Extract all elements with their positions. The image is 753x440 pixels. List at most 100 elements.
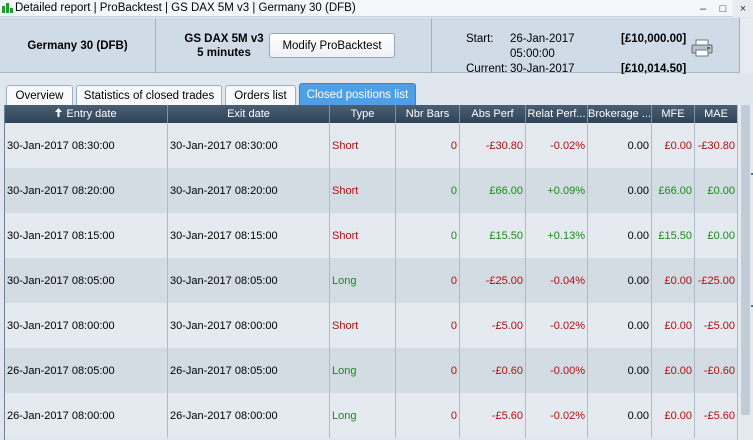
- entry-date-cell: 30-Jan-2017 08:30:00: [5, 123, 168, 168]
- column-header-brokerage[interactable]: Brokerage ...: [588, 105, 652, 123]
- minimize-icon[interactable]: –: [693, 0, 713, 17]
- table-row[interactable]: 30-Jan-2017 08:15:00 30-Jan-2017 08:15:00…: [5, 213, 737, 258]
- start-label: Start:: [466, 33, 494, 45]
- exit-date-cell: 30-Jan-2017 08:20:00: [168, 168, 330, 213]
- exit-date-cell: 30-Jan-2017 08:15:00: [168, 213, 330, 258]
- nbr-bars-cell: 0: [396, 348, 460, 393]
- column-header-mfe[interactable]: MFE: [652, 105, 695, 123]
- type-cell: Short: [330, 213, 396, 258]
- brokerage-cell: 0.00: [588, 168, 652, 213]
- maximize-icon[interactable]: □: [713, 0, 733, 17]
- abs-perf-cell: £15.50: [460, 213, 526, 258]
- entry-date-cell: 30-Jan-2017 08:05:00: [5, 258, 168, 303]
- abs-perf-cell: -£30.80: [460, 123, 526, 168]
- table-row[interactable]: 30-Jan-2017 08:05:00 30-Jan-2017 08:05:00…: [5, 258, 737, 303]
- type-cell: Short: [330, 123, 396, 168]
- exit-date-cell: 30-Jan-2017 08:00:00: [168, 303, 330, 348]
- relat-perf-cell: -0.00%: [526, 348, 588, 393]
- column-header-exit-date[interactable]: Exit date: [168, 105, 330, 123]
- report-header: Germany 30 (DFB) GS DAX 5M v3 5 minutes …: [0, 18, 753, 90]
- brokerage-cell: 0.00: [588, 123, 652, 168]
- abs-perf-cell: £66.00: [460, 168, 526, 213]
- strategy-timeframe: 5 minutes: [197, 47, 251, 59]
- window-title: Detailed report | ProBacktest | GS DAX 5…: [15, 2, 356, 14]
- tab-statistics[interactable]: Statistics of closed trades: [76, 85, 222, 105]
- type-cell: Long: [330, 393, 396, 438]
- column-header-relat-perf[interactable]: Relat Perf...: [526, 105, 588, 123]
- tab-closed-positions[interactable]: Closed positions list: [299, 83, 416, 105]
- table-header: Entry date Exit date Type Nbr Bars Abs P…: [5, 105, 737, 123]
- exit-date-cell: 30-Jan-2017 08:05:00: [168, 258, 330, 303]
- vertical-scrollbar[interactable]: [737, 105, 753, 440]
- mfe-cell: £0.00: [652, 348, 695, 393]
- nbr-bars-cell: 0: [396, 213, 460, 258]
- entry-date-cell: 30-Jan-2017 08:15:00: [5, 213, 168, 258]
- nbr-bars-cell: 0: [396, 123, 460, 168]
- nbr-bars-cell: 0: [396, 258, 460, 303]
- type-cell: Short: [330, 303, 396, 348]
- column-header-mae[interactable]: MAE: [695, 105, 737, 123]
- start-amount: [£10,000.00]: [621, 33, 687, 45]
- tab-bar: Overview Statistics of closed trades Ord…: [0, 74, 753, 105]
- title-bar: Detailed report | ProBacktest | GS DAX 5…: [0, 0, 753, 17]
- table-row[interactable]: 30-Jan-2017 08:00:00 30-Jan-2017 08:00:00…: [5, 303, 737, 348]
- type-cell: Short: [330, 168, 396, 213]
- mae-cell: -£25.00: [695, 258, 737, 303]
- column-header-entry-date[interactable]: Entry date: [5, 105, 168, 123]
- nbr-bars-cell: 0: [396, 303, 460, 348]
- exit-date-cell: 26-Jan-2017 08:05:00: [168, 348, 330, 393]
- close-icon[interactable]: ×: [733, 0, 753, 17]
- mae-cell: -£5.00: [695, 303, 737, 348]
- exit-date-cell: 26-Jan-2017 08:00:00: [168, 393, 330, 438]
- scrollbar-thumb[interactable]: [741, 105, 750, 415]
- header-edge: [740, 18, 753, 73]
- table-row[interactable]: 26-Jan-2017 08:00:00 26-Jan-2017 08:00:00…: [5, 393, 737, 438]
- nbr-bars-cell: 0: [396, 168, 460, 213]
- brokerage-cell: 0.00: [588, 258, 652, 303]
- column-header-type[interactable]: Type: [330, 105, 396, 123]
- nbr-bars-cell: 0: [396, 393, 460, 438]
- strategy-section: GS DAX 5M v3 5 minutes Modify ProBacktes…: [156, 18, 432, 73]
- entry-date-cell: 30-Jan-2017 08:20:00: [5, 168, 168, 213]
- sort-up-arrow-icon: [55, 108, 63, 120]
- mae-cell: £0.00: [695, 213, 737, 258]
- modify-probacktest-button[interactable]: Modify ProBacktest: [269, 33, 395, 58]
- capital-section: Start: 26-Jan-2017 05:00:00 [£10,000.00]…: [432, 18, 740, 90]
- instrument-name: Germany 30 (DFB): [0, 18, 156, 73]
- column-header-nbr-bars[interactable]: Nbr Bars: [396, 105, 460, 123]
- strategy-name: GS DAX 5M v3: [184, 33, 264, 45]
- mfe-cell: £0.00: [652, 303, 695, 348]
- mfe-cell: £0.00: [652, 123, 695, 168]
- brokerage-cell: 0.00: [588, 213, 652, 258]
- mfe-cell: £0.00: [652, 393, 695, 438]
- brokerage-cell: 0.00: [588, 303, 652, 348]
- tab-overview[interactable]: Overview: [6, 85, 73, 105]
- column-header-abs-perf[interactable]: Abs Perf: [460, 105, 526, 123]
- closed-positions-table: Entry date Exit date Type Nbr Bars Abs P…: [4, 105, 737, 440]
- mae-cell: -£0.60: [695, 348, 737, 393]
- mfe-cell: £66.00: [652, 168, 695, 213]
- type-cell: Long: [330, 258, 396, 303]
- entry-date-cell: 26-Jan-2017 08:05:00: [5, 348, 168, 393]
- mfe-cell: £0.00: [652, 258, 695, 303]
- strategy-info: GS DAX 5M v3 5 minutes: [184, 32, 264, 60]
- exit-date-cell: 30-Jan-2017 08:30:00: [168, 123, 330, 168]
- abs-perf-cell: -£5.60: [460, 393, 526, 438]
- entry-date-cell: 26-Jan-2017 08:00:00: [5, 393, 168, 438]
- relat-perf-cell: -0.02%: [526, 123, 588, 168]
- type-cell: Long: [330, 348, 396, 393]
- relat-perf-cell: -0.02%: [526, 303, 588, 348]
- relat-perf-cell: -0.02%: [526, 393, 588, 438]
- table-row[interactable]: 26-Jan-2017 08:05:00 26-Jan-2017 08:05:00…: [5, 348, 737, 393]
- brokerage-cell: 0.00: [588, 393, 652, 438]
- table-row[interactable]: 30-Jan-2017 08:30:00 30-Jan-2017 08:30:00…: [5, 123, 737, 168]
- start-date: 26-Jan-2017 05:00:00: [510, 33, 575, 60]
- table-row[interactable]: 30-Jan-2017 08:20:00 30-Jan-2017 08:20:00…: [5, 168, 737, 213]
- entry-date-cell: 30-Jan-2017 08:00:00: [5, 303, 168, 348]
- printer-icon[interactable]: [691, 39, 713, 57]
- chart-app-icon: [1, 2, 13, 14]
- mae-cell: -£5.60: [695, 393, 737, 438]
- relat-perf-cell: +0.09%: [526, 168, 588, 213]
- abs-perf-cell: -£5.00: [460, 303, 526, 348]
- tab-orders-list[interactable]: Orders list: [225, 85, 296, 105]
